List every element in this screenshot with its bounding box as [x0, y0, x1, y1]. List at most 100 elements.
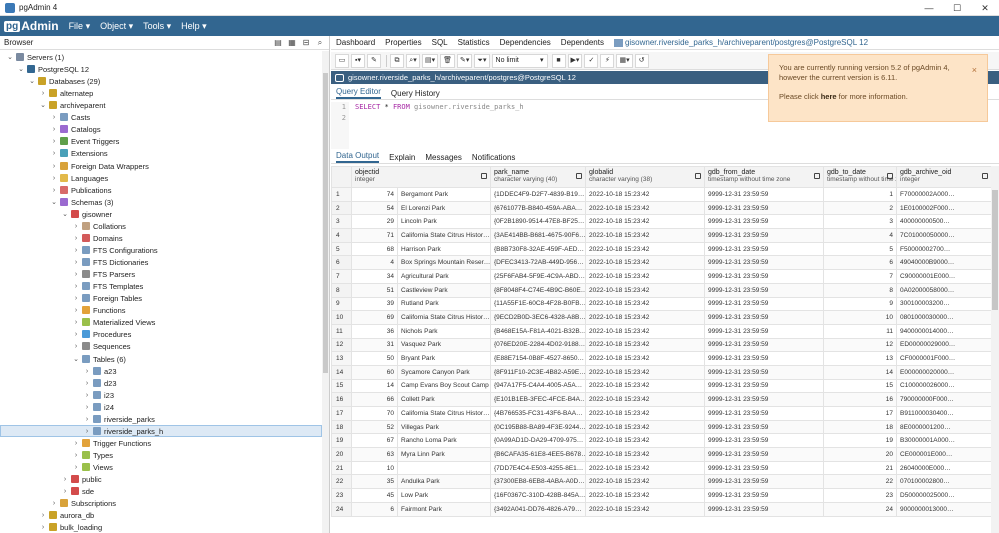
tab-query-editor[interactable]: Query Editor: [336, 87, 381, 99]
table-cell[interactable]: {B8B730F8-32AE-459F-AED…: [490, 241, 587, 257]
table-row[interactable]: 17 70 California State Citrus Histor… {4B76…: [331, 406, 993, 421]
table-cell[interactable]: 9: [823, 296, 898, 312]
column-header[interactable]: gdb_archive_oid integer: [896, 166, 993, 188]
expand-arrow-icon[interactable]: ›: [72, 343, 80, 350]
find-icon[interactable]: ⌕▾: [406, 53, 420, 68]
table-cell[interactable]: 26040000E000…: [896, 460, 993, 476]
table-cell[interactable]: {3492A041-DD76-4826-A79…: [490, 501, 587, 517]
row-number[interactable]: 11: [331, 323, 352, 339]
open-file-icon[interactable]: ▭: [335, 53, 349, 68]
table-cell[interactable]: {4B766535-FC31-43F6-BAA…: [490, 406, 587, 421]
collapse-arrow-icon[interactable]: ⌄: [17, 65, 25, 73]
filter-rows-icon[interactable]: ⊟: [299, 37, 313, 49]
expand-arrow-icon[interactable]: ›: [61, 476, 69, 483]
table-cell[interactable]: 0A02000058000…: [896, 282, 993, 298]
tab-statistics[interactable]: Statistics: [458, 38, 490, 47]
table-row[interactable]: 11 36 Nichols Park {B468E15A-F81A-4021-B32B…: [331, 323, 993, 339]
table-cell[interactable]: 2022-10-18 15:23:42: [585, 241, 706, 257]
explain-icon[interactable]: ✓: [584, 53, 599, 68]
table-cell[interactable]: Bergamont Park: [396, 187, 492, 202]
table-cell[interactable]: 1E0100002F000…: [896, 200, 993, 216]
save-file-icon[interactable]: ▪▾: [351, 53, 365, 68]
table-row[interactable]: 8 51 Castleview Park {8F8048F4-C74E-4B9C-B6…: [331, 282, 993, 298]
table-cell[interactable]: 16: [823, 392, 898, 407]
tree-node[interactable]: › Subscriptions: [50, 497, 116, 509]
table-cell[interactable]: F50000002700…: [896, 241, 993, 257]
table-cell[interactable]: 45: [351, 488, 398, 503]
tree-node[interactable]: › riverside_parks_h: [83, 425, 163, 437]
table-cell[interactable]: 70: [351, 406, 398, 421]
menu-file[interactable]: File ▾: [69, 21, 91, 32]
table-cell[interactable]: 9999-12-31 23:59:59: [704, 488, 825, 503]
table-row[interactable]: 1 74 Bergamont Park {1DDEC4F9-D2F7-4839-B19…: [331, 187, 993, 202]
column-header[interactable]: gdb_to_datetimestamp without time zone: [823, 166, 898, 188]
expand-arrow-icon[interactable]: ›: [72, 247, 80, 254]
row-number[interactable]: 14: [331, 364, 352, 380]
tree-node[interactable]: › i24: [83, 401, 114, 413]
tree-node[interactable]: › Foreign Tables: [72, 292, 142, 304]
table-row[interactable]: 2 54 El Lorenzi Park {6761077B-B840-459A-AB…: [331, 200, 993, 216]
tree-node[interactable]: › bulk_loading: [39, 521, 102, 533]
table-cell[interactable]: 39: [351, 296, 398, 312]
expand-arrow-icon[interactable]: ›: [50, 187, 58, 194]
table-cell[interactable]: 2022-10-18 15:23:42: [585, 200, 706, 216]
table-cell[interactable]: 7: [823, 269, 898, 284]
table-cell[interactable]: 11: [823, 323, 898, 339]
table-cell[interactable]: 2022-10-18 15:23:42: [585, 214, 706, 230]
search-icon[interactable]: ⌕: [313, 37, 327, 49]
tree-node[interactable]: › FTS Templates: [72, 280, 143, 292]
table-cell[interactable]: {9ECD2B0D-3EC6-4328-A8B…: [490, 310, 587, 325]
table-cell[interactable]: 9999-12-31 23:59:59: [704, 187, 825, 202]
table-cell[interactable]: 9999-12-31 23:59:59: [704, 378, 825, 394]
table-cell[interactable]: California State Citrus Histor…: [396, 310, 492, 325]
tree-node[interactable]: › public: [61, 473, 102, 485]
tree-node[interactable]: › FTS Parsers: [72, 268, 135, 280]
collapse-arrow-icon[interactable]: ⌄: [50, 198, 58, 206]
table-cell[interactable]: {0A99AD1D-DA29-4709-975…: [490, 433, 587, 449]
tree-node[interactable]: › Domains: [72, 232, 123, 244]
table-row[interactable]: 24 6 Fairmont Park {3492A041-DD76-4826-A79……: [331, 501, 993, 517]
expand-arrow-icon[interactable]: ›: [72, 295, 80, 302]
copy-icon[interactable]: ⧉: [390, 53, 404, 68]
tab-query-history[interactable]: Query History: [391, 89, 440, 99]
tree-node[interactable]: › FTS Configurations: [72, 244, 158, 256]
tab-notifications[interactable]: Notifications: [472, 153, 516, 163]
tree-node[interactable]: › Sequences: [72, 340, 131, 352]
table-cell[interactable]: 2022-10-18 15:23:42: [585, 337, 706, 353]
table-cell[interactable]: {076ED20E-2284-4D02-9188…: [490, 337, 587, 353]
expand-arrow-icon[interactable]: ›: [39, 524, 47, 531]
table-cell[interactable]: 29: [351, 214, 398, 230]
table-cell[interactable]: E000000020000…: [896, 364, 993, 380]
table-cell[interactable]: 9999-12-31 23:59:59: [704, 337, 825, 353]
table-cell[interactable]: CF0000001F000…: [896, 351, 993, 366]
table-cell[interactable]: 14: [351, 378, 398, 394]
collapse-arrow-icon[interactable]: ⌄: [39, 101, 47, 109]
table-cell[interactable]: 60: [351, 364, 398, 380]
table-cell[interactable]: 31: [351, 337, 398, 353]
tab-dependents[interactable]: Dependents: [561, 38, 604, 47]
table-cell[interactable]: 8E0000001200…: [896, 419, 993, 435]
table-cell[interactable]: 9999-12-31 23:59:59: [704, 351, 825, 366]
tree-node[interactable]: › Materialized Views: [72, 316, 156, 328]
tab-properties[interactable]: Properties: [385, 38, 421, 47]
table-cell[interactable]: Vasquez Park: [396, 337, 492, 353]
table-cell[interactable]: 2022-10-18 15:23:42: [585, 488, 706, 503]
row-number[interactable]: 20: [331, 447, 352, 462]
row-number[interactable]: 3: [331, 214, 352, 230]
table-cell[interactable]: 9999-12-31 23:59:59: [704, 310, 825, 325]
row-number[interactable]: 13: [331, 351, 352, 366]
table-cell[interactable]: 9999-12-31 23:59:59: [704, 214, 825, 230]
table-cell[interactable]: Rancho Loma Park: [396, 433, 492, 449]
table-cell[interactable]: [396, 460, 492, 476]
table-cell[interactable]: C100000026000…: [896, 378, 993, 394]
tree-node[interactable]: › FTS Dictionaries: [72, 256, 149, 268]
table-cell[interactable]: {8F911F10-2C3E-4B82-A59E…: [490, 364, 587, 380]
expand-arrow-icon[interactable]: ›: [72, 464, 80, 471]
table-row[interactable]: 12 31 Vasquez Park {076ED20E-2284-4D02-9188…: [331, 337, 993, 353]
table-cell[interactable]: 52: [351, 419, 398, 435]
expand-arrow-icon[interactable]: ›: [50, 126, 58, 133]
grid-scroll-thumb[interactable]: [992, 190, 998, 310]
tree-node[interactable]: › sde: [61, 485, 94, 497]
tree-node[interactable]: › i23: [83, 389, 114, 401]
row-number[interactable]: 6: [331, 255, 352, 271]
